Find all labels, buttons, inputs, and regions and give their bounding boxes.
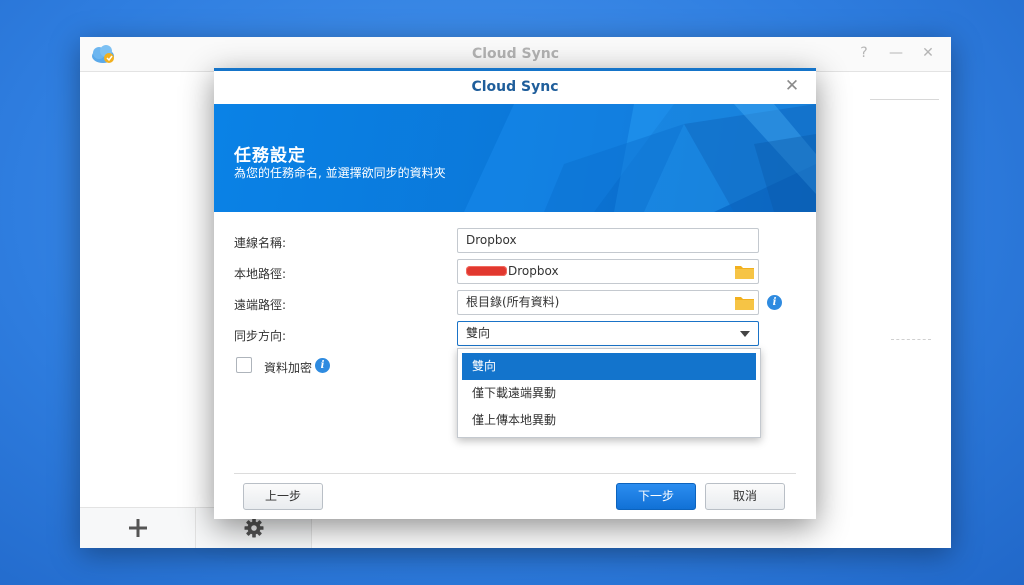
redacted-path-segment: [466, 266, 507, 276]
encryption-checkbox[interactable]: [236, 357, 252, 373]
remote-path-input[interactable]: 根目錄(所有資料): [457, 290, 759, 315]
sync-direction-label: 同步方向:: [234, 329, 287, 343]
info-icon[interactable]: i: [767, 295, 782, 310]
sync-direction-select[interactable]: 雙向: [457, 321, 759, 346]
minimize-icon[interactable]: —: [887, 43, 905, 63]
local-path-label: 本地路徑:: [234, 267, 287, 281]
content-dashed-divider: [891, 339, 931, 340]
dialog-banner: 任務設定 為您的任務命名, 並選擇欲同步的資料夾: [214, 104, 816, 212]
dropdown-option-upload-only[interactable]: 僅上傳本地異動: [462, 407, 756, 434]
connection-name-label: 連線名稱:: [234, 236, 287, 250]
dialog-title: Cloud Sync: [471, 79, 559, 95]
window-title: Cloud Sync: [471, 46, 560, 62]
window-titlebar[interactable]: Cloud Sync ? — ✕: [80, 37, 951, 72]
content-divider: [870, 99, 939, 100]
dropdown-option-download-only[interactable]: 僅下載遠端異動: [462, 380, 756, 407]
task-settings-dialog: Cloud Sync ✕ 任務設定 為您的任務命名, 並選擇欲同步的資料夾 連線…: [214, 68, 816, 519]
back-button[interactable]: 上一步: [243, 483, 323, 510]
gear-icon: [244, 518, 263, 538]
info-icon[interactable]: i: [315, 358, 330, 373]
dialog-footer-divider: [234, 473, 796, 474]
remote-path-label: 遠端路徑:: [234, 298, 287, 312]
add-connection-button[interactable]: [80, 508, 195, 548]
close-icon[interactable]: ✕: [782, 76, 802, 96]
encryption-label: 資料加密: [264, 361, 313, 375]
sync-direction-value: 雙向: [466, 326, 491, 340]
dialog-header[interactable]: Cloud Sync ✕: [214, 71, 816, 104]
folder-icon[interactable]: [734, 263, 755, 280]
folder-icon[interactable]: [734, 294, 755, 311]
banner-title: 任務設定: [234, 146, 306, 166]
cancel-button[interactable]: 取消: [705, 483, 785, 510]
connection-name-value: Dropbox: [466, 233, 517, 247]
local-path-input[interactable]: Dropbox: [457, 259, 759, 284]
local-path-value: Dropbox: [508, 264, 559, 278]
next-button[interactable]: 下一步: [616, 483, 696, 510]
close-window-icon[interactable]: ✕: [919, 43, 937, 63]
connection-name-input[interactable]: Dropbox: [457, 228, 759, 253]
remote-path-value: 根目錄(所有資料): [466, 295, 560, 309]
plus-icon: [128, 519, 147, 537]
chevron-down-icon: [740, 331, 750, 337]
dropdown-option-bidirectional[interactable]: 雙向: [462, 353, 756, 380]
banner-subtitle: 為您的任務命名, 並選擇欲同步的資料夾: [234, 166, 446, 180]
sync-direction-dropdown: 雙向 僅下載遠端異動 僅上傳本地異動: [457, 348, 761, 438]
help-icon[interactable]: ?: [855, 43, 873, 63]
